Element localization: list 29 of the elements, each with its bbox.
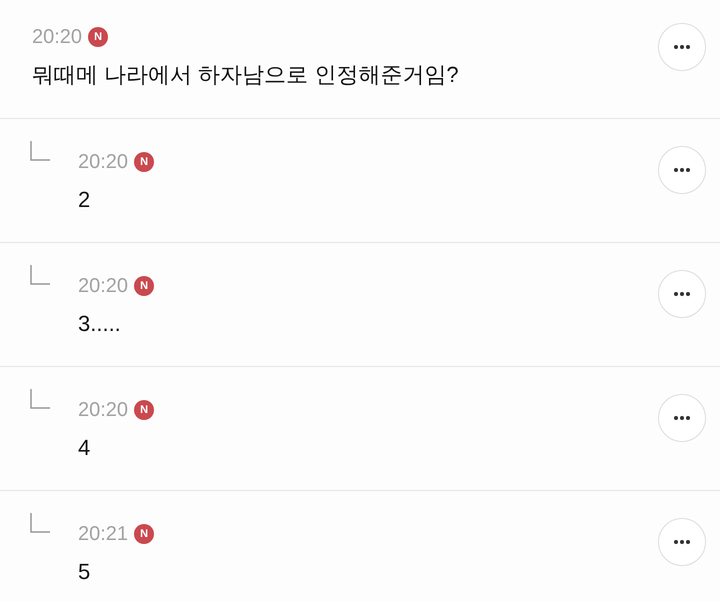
reply-corner-icon xyxy=(30,389,50,409)
ellipsis-icon xyxy=(674,292,690,296)
new-badge: N xyxy=(134,524,154,544)
reply-corner-icon xyxy=(30,513,50,533)
reply-text: 2 xyxy=(78,186,92,214)
comment-time: 20:20 xyxy=(78,398,128,423)
more-button[interactable] xyxy=(658,394,706,442)
comment-time: 20:20 xyxy=(78,150,128,175)
new-badge: N xyxy=(134,152,154,172)
ellipsis-icon xyxy=(674,540,690,544)
more-button[interactable] xyxy=(658,518,706,566)
reply-corner-icon xyxy=(30,141,50,161)
comment-time: 20:21 xyxy=(78,522,128,547)
new-badge: N xyxy=(134,276,154,296)
new-badge: N xyxy=(88,27,108,47)
reply-corner-icon xyxy=(30,265,50,285)
more-button[interactable] xyxy=(658,23,706,71)
reply-text: 3..... xyxy=(78,310,122,338)
comment-time: 20:20 xyxy=(32,25,82,50)
reply-text: 4 xyxy=(78,434,92,462)
new-badge: N xyxy=(134,400,154,420)
more-button[interactable] xyxy=(658,270,706,318)
comment-time: 20:20 xyxy=(78,274,128,299)
ellipsis-icon xyxy=(674,168,690,172)
ellipsis-icon xyxy=(674,416,690,420)
more-button[interactable] xyxy=(658,146,706,194)
comment-text: 뭐때메 나라에서 하자남으로 인정해준거임? xyxy=(32,61,460,89)
reply-text: 5 xyxy=(78,558,92,586)
ellipsis-icon xyxy=(674,45,690,49)
